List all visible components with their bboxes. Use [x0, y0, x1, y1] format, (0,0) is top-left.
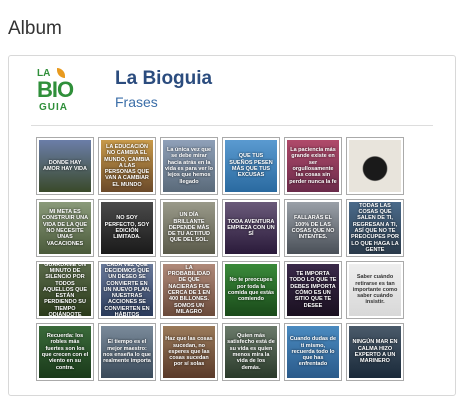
divider — [31, 125, 433, 126]
photo-image: NO SOY PERFECTO, SOY EDICIÓN LIMITADA. — [101, 202, 153, 254]
photo-thumbnail[interactable]: TODAS LAS COSAS QUE SALEN DE TI, REGRESA… — [346, 199, 404, 257]
photo-thumbnail[interactable]: NO SOY PERFECTO, SOY EDICIÓN LIMITADA. — [98, 199, 156, 257]
logo-text-bio: BIO — [37, 77, 74, 102]
page-name-link[interactable]: La Bioguia — [115, 68, 212, 90]
photo-image: CADA VEZ QUE DECIDIMOS QUE UN DESEO SE C… — [101, 264, 153, 316]
photo-image: LA PROBABILIDAD DE QUE NACIERAS FUE CERC… — [163, 264, 215, 316]
page-category-link[interactable]: Frases — [115, 94, 158, 110]
photo-image: Cuando dudas de ti mismo, recuerda todo … — [287, 326, 339, 378]
photo-thumbnail[interactable]: LA EDUCACIÓN NO CAMBIA EL MUNDO, CAMBIA … — [98, 137, 156, 195]
photo-image: Recuerda: los robles más fuertes son los… — [39, 326, 91, 378]
photo-thumbnail[interactable]: UN DÍA BRILLANTE DEPENDE MÁS DE TU ACTIT… — [160, 199, 218, 257]
photo-image: La paciencia más grande existe en ser or… — [287, 140, 339, 192]
photo-image: TE IMPORTA TODO LO QUE TE DEBES IMPORTA … — [287, 264, 339, 316]
photo-thumbnail[interactable]: Quien más satisfecho está de su vida es … — [222, 323, 280, 381]
photo-thumbnail[interactable]: TE IMPORTA TODO LO QUE TE DEBES IMPORTA … — [284, 261, 342, 319]
photo-image: No te preocupes por toda la comida que e… — [225, 264, 277, 316]
logo-text-guia: GUIA — [39, 102, 68, 113]
photo-image: MI META ES CONSTRUIR UNA VIDA DE LA QUE … — [39, 202, 91, 254]
photo-image: El tiempo es el mejor maestro: nos enseñ… — [101, 326, 153, 378]
photo-thumbnail[interactable]: TODA AVENTURA EMPIEZA CON UN SÍ — [222, 199, 280, 257]
photo-thumbnail[interactable]: GUÁRDAME UN MINUTO DE SILENCIO POR TODOS… — [36, 261, 94, 319]
photo-thumbnail[interactable]: No te preocupes por toda la comida que e… — [222, 261, 280, 319]
photo-image — [349, 140, 401, 192]
photo-image: FALLARÁS EL 100% DE LAS COSAS QUE NO INT… — [287, 202, 339, 254]
photo-thumbnail[interactable]: Saber cuándo retirarse es tan importante… — [346, 261, 404, 319]
photo-image: Saber cuándo retirarse es tan importante… — [349, 264, 401, 316]
photo-image: GUÁRDAME UN MINUTO DE SILENCIO POR TODOS… — [39, 264, 91, 316]
photo-image: QUE TUS SUEÑOS PESEN MÁS QUE TUS EXCUSAS — [225, 140, 277, 192]
photo-thumbnail[interactable]: MI META ES CONSTRUIR UNA VIDA DE LA QUE … — [36, 199, 94, 257]
photo-thumbnail[interactable] — [346, 137, 404, 195]
photo-grid: DONDE HAY AMOR HAY VIDA LA EDUCACIÓN NO C… — [36, 137, 408, 381]
photo-thumbnail[interactable]: LA PROBABILIDAD DE QUE NACIERAS FUE CERC… — [160, 261, 218, 319]
photo-thumbnail[interactable]: Recuerda: los robles más fuertes son los… — [36, 323, 94, 381]
photo-thumbnail[interactable]: La paciencia más grande existe en ser or… — [284, 137, 342, 195]
photo-thumbnail[interactable]: Haz que las cosas sucedan, no esperes qu… — [160, 323, 218, 381]
photo-image: UN DÍA BRILLANTE DEPENDE MÁS DE TU ACTIT… — [163, 202, 215, 254]
photo-thumbnail[interactable]: CADA VEZ QUE DECIDIMOS QUE UN DESEO SE C… — [98, 261, 156, 319]
photo-image: LA EDUCACIÓN NO CAMBIA EL MUNDO, CAMBIA … — [101, 140, 153, 192]
photo-thumbnail[interactable]: FALLARÁS EL 100% DE LAS COSAS QUE NO INT… — [284, 199, 342, 257]
photo-image: La única vez que se debe mirar hacia atr… — [163, 140, 215, 192]
album-heading: Album — [8, 18, 62, 39]
photo-image: DONDE HAY AMOR HAY VIDA — [39, 140, 91, 192]
photo-thumbnail[interactable]: El tiempo es el mejor maestro: nos enseñ… — [98, 323, 156, 381]
photo-image: TODA AVENTURA EMPIEZA CON UN SÍ — [225, 202, 277, 254]
photo-thumbnail[interactable]: La única vez que se debe mirar hacia atr… — [160, 137, 218, 195]
photo-image: Haz que las cosas sucedan, no esperes qu… — [163, 326, 215, 378]
la-bioguia-logo[interactable]: LA BIO GUIA — [33, 66, 87, 114]
photo-image: TODAS LAS COSAS QUE SALEN DE TI, REGRESA… — [349, 202, 401, 254]
photo-thumbnail[interactable]: Cuando dudas de ti mismo, recuerda todo … — [284, 323, 342, 381]
album-card: LA BIO GUIA La Bioguia Frases DONDE HAY … — [8, 55, 456, 396]
photo-thumbnail[interactable]: NINGÚN MAR EN CALMA HIZO EXPERTO A UN MA… — [346, 323, 404, 381]
photo-image: Quien más satisfecho está de su vida es … — [225, 326, 277, 378]
photo-thumbnail[interactable]: DONDE HAY AMOR HAY VIDA — [36, 137, 94, 195]
photo-image: NINGÚN MAR EN CALMA HIZO EXPERTO A UN MA… — [349, 326, 401, 378]
photo-thumbnail[interactable]: QUE TUS SUEÑOS PESEN MÁS QUE TUS EXCUSAS — [222, 137, 280, 195]
